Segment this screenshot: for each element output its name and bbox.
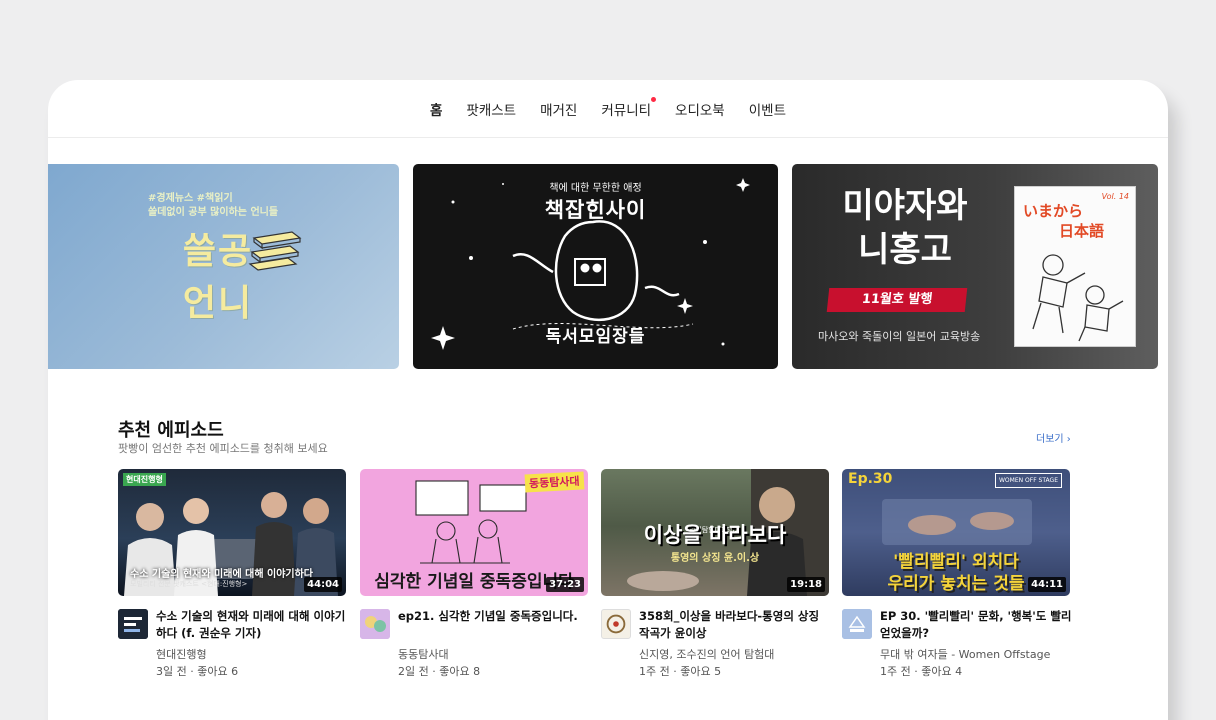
episode-channel[interactable]: 현대진행형 (156, 646, 207, 662)
thumbnail-small-caption: 모빌리티 전문 팟캐스트 <현대:진행형> (130, 580, 248, 588)
nav-item-event[interactable]: 이벤트 (749, 99, 786, 119)
nav-item-community-label: 커뮤니티 (601, 102, 652, 119)
more-link[interactable]: 더보기 › (1036, 430, 1071, 445)
thumbnail-tag: 현대진행형 (123, 473, 166, 486)
episode-channel[interactable]: 무대 밖 여자들 - Women Offstage (880, 646, 1050, 662)
banner-1[interactable]: #경제뉴스 #책읽기 쓸데없이 공부 많이하는 언니들 쓸공 언니 (48, 164, 399, 369)
thumbnail-logo: WOMEN OFF STAGE (995, 473, 1062, 488)
banner-1-tagline: #경제뉴스 #책읽기 쓸데없이 공부 많이하는 언니들 (148, 192, 278, 220)
section-subtitle: 팟빵이 엄선한 추천 에피소드를 청취해 보세요 (118, 442, 328, 455)
episode-card-2[interactable]: 동동탐사대 심각한 기념일 중독증입니다 37:23 ep21. 심각한 기념일… (360, 469, 588, 678)
nav-item-audiobook[interactable]: 오디오북 (675, 99, 725, 119)
banner-3-book-title-line2: 日本語 (1059, 222, 1105, 240)
thumbnail-caption: 수소 기술의 현재와 미래에 대해 이야기하다 (130, 569, 314, 580)
banner-2-title: 책잡힌사이 (544, 198, 647, 222)
banner-3-ribbon: 11월호 발행 (826, 288, 968, 312)
channel-logo-icon (842, 609, 872, 639)
books-icon (248, 231, 302, 271)
duration-badge: 44:04 (304, 577, 342, 592)
banner-1-hashtags: #경제뉴스 #책읽기 (148, 193, 233, 204)
banner-2[interactable]: 책에 대한 무한한 애정 책잡힌사이 독서모임장들 (413, 164, 778, 369)
section-title: 추천 에피소드 (118, 420, 224, 441)
thumbnail-banner: 동동탐사대 (524, 471, 585, 493)
main-card: 홈 팟캐스트 매거진 커뮤니티 오디오북 이벤트 #경제뉴스 #책읽기 쓸데없이… (48, 80, 1168, 720)
banner-3-caption: 마사오와 죽돌이의 일본어 교육방송 (818, 330, 981, 343)
thumbnail-subcaption: 통영의 상징 윤.이.상 (670, 553, 760, 564)
channel-avatar[interactable] (360, 609, 390, 639)
episode-thumbnail[interactable]: Ep.30 WOMEN OFF STAGE '빨리빨리' 외치다 우리가 놓치는… (842, 469, 1070, 596)
episode-channel[interactable]: 동동탐사대 (398, 646, 449, 662)
channel-logo-icon (606, 614, 626, 634)
nav-item-community[interactable]: 커뮤니티 (601, 96, 657, 119)
banner-3-title-line1: 미야자와 (842, 186, 968, 226)
nav-item-magazine[interactable]: 매거진 (540, 99, 577, 119)
banner-3-title: 미야자와 니홍고 (820, 184, 990, 272)
banner-3-book-vol: Vol. 14 (1101, 192, 1129, 201)
episode-title[interactable]: 358회_이상을 바라보다-통영의 상징 작곡가 윤이상 (639, 608, 831, 642)
banner-1-subtitle: 쓸데없이 공부 많이하는 언니들 (148, 207, 279, 218)
episode-thumbnail[interactable]: 현대진행형 수소 기술의 현재와 미래에 대해 이야기하다 모빌리티 전문 팟캐… (118, 469, 346, 596)
episode-card-4[interactable]: Ep.30 WOMEN OFF STAGE '빨리빨리' 외치다 우리가 놓치는… (842, 469, 1072, 678)
banner-2-tagline: 책에 대한 무한한 애정 (549, 183, 642, 194)
channel-avatar[interactable] (601, 609, 631, 639)
episode-title[interactable]: ep21. 심각한 기념일 중독증입니다. (398, 608, 590, 625)
banner-3-title-line2: 니홍고 (858, 230, 952, 270)
episode-thumbnail[interactable]: 언어탐험대358회 이상을 바라보다 통영의 상징 윤.이.상 19:18 (601, 469, 829, 596)
banner-3-book-title-line1: いまから (1023, 202, 1084, 220)
banner-2-subtitle: 독서모임장들 (545, 327, 646, 347)
thumbnail-episode-number: Ep.30 (848, 471, 893, 487)
channel-avatar[interactable] (842, 609, 872, 639)
episode-channel[interactable]: 신지영, 조수진의 언어 탐험대 (639, 646, 774, 662)
new-badge-dot (651, 96, 657, 102)
nav-item-podcast[interactable]: 팟캐스트 (466, 99, 516, 119)
cartoon-illustration-icon (1032, 254, 1124, 342)
episode-title[interactable]: EP 30. '빨리빨리' 문화, '행복'도 빨리 얻었을까? (880, 608, 1072, 642)
channel-logo-icon (360, 609, 390, 639)
channel-logo-icon (118, 609, 148, 639)
episode-title[interactable]: 수소 기술의 현재와 미래에 대해 이야기하다 (f. 권순우 기자) (156, 608, 348, 642)
episode-meta: 1주 전 · 좋아요 4 (880, 665, 963, 678)
thumbnail-caption: 이상을 바라보다 (643, 523, 787, 547)
duration-badge: 44:11 (1028, 577, 1066, 592)
duration-badge: 19:18 (787, 577, 825, 592)
duration-badge: 37:23 (546, 577, 584, 592)
episode-thumbnail[interactable]: 동동탐사대 심각한 기념일 중독증입니다 37:23 (360, 469, 588, 596)
episode-meta: 3일 전 · 좋아요 6 (156, 665, 239, 678)
banner-3-book-title: いまから 日本語 (1023, 201, 1104, 241)
banner-3[interactable]: 미야자와 니홍고 11월호 발행 마사오와 죽돌이의 일본어 교육방송 Vol.… (792, 164, 1158, 369)
episode-meta: 2일 전 · 좋아요 8 (398, 665, 481, 678)
episode-card-3[interactable]: 언어탐험대358회 이상을 바라보다 통영의 상징 윤.이.상 19:18 35… (601, 469, 829, 678)
episode-card-1[interactable]: 현대진행형 수소 기술의 현재와 미래에 대해 이야기하다 모빌리티 전문 팟캐… (118, 469, 346, 678)
nav-item-home[interactable]: 홈 (430, 99, 442, 119)
episode-meta: 1주 전 · 좋아요 5 (639, 665, 722, 678)
banner-3-book-cover: Vol. 14 いまから 日本語 (1014, 186, 1136, 347)
banner-1-title-line2: 언니 (182, 283, 254, 324)
channel-avatar[interactable] (118, 609, 148, 639)
top-nav: 홈 팟캐스트 매거진 커뮤니티 오디오북 이벤트 (48, 80, 1168, 138)
